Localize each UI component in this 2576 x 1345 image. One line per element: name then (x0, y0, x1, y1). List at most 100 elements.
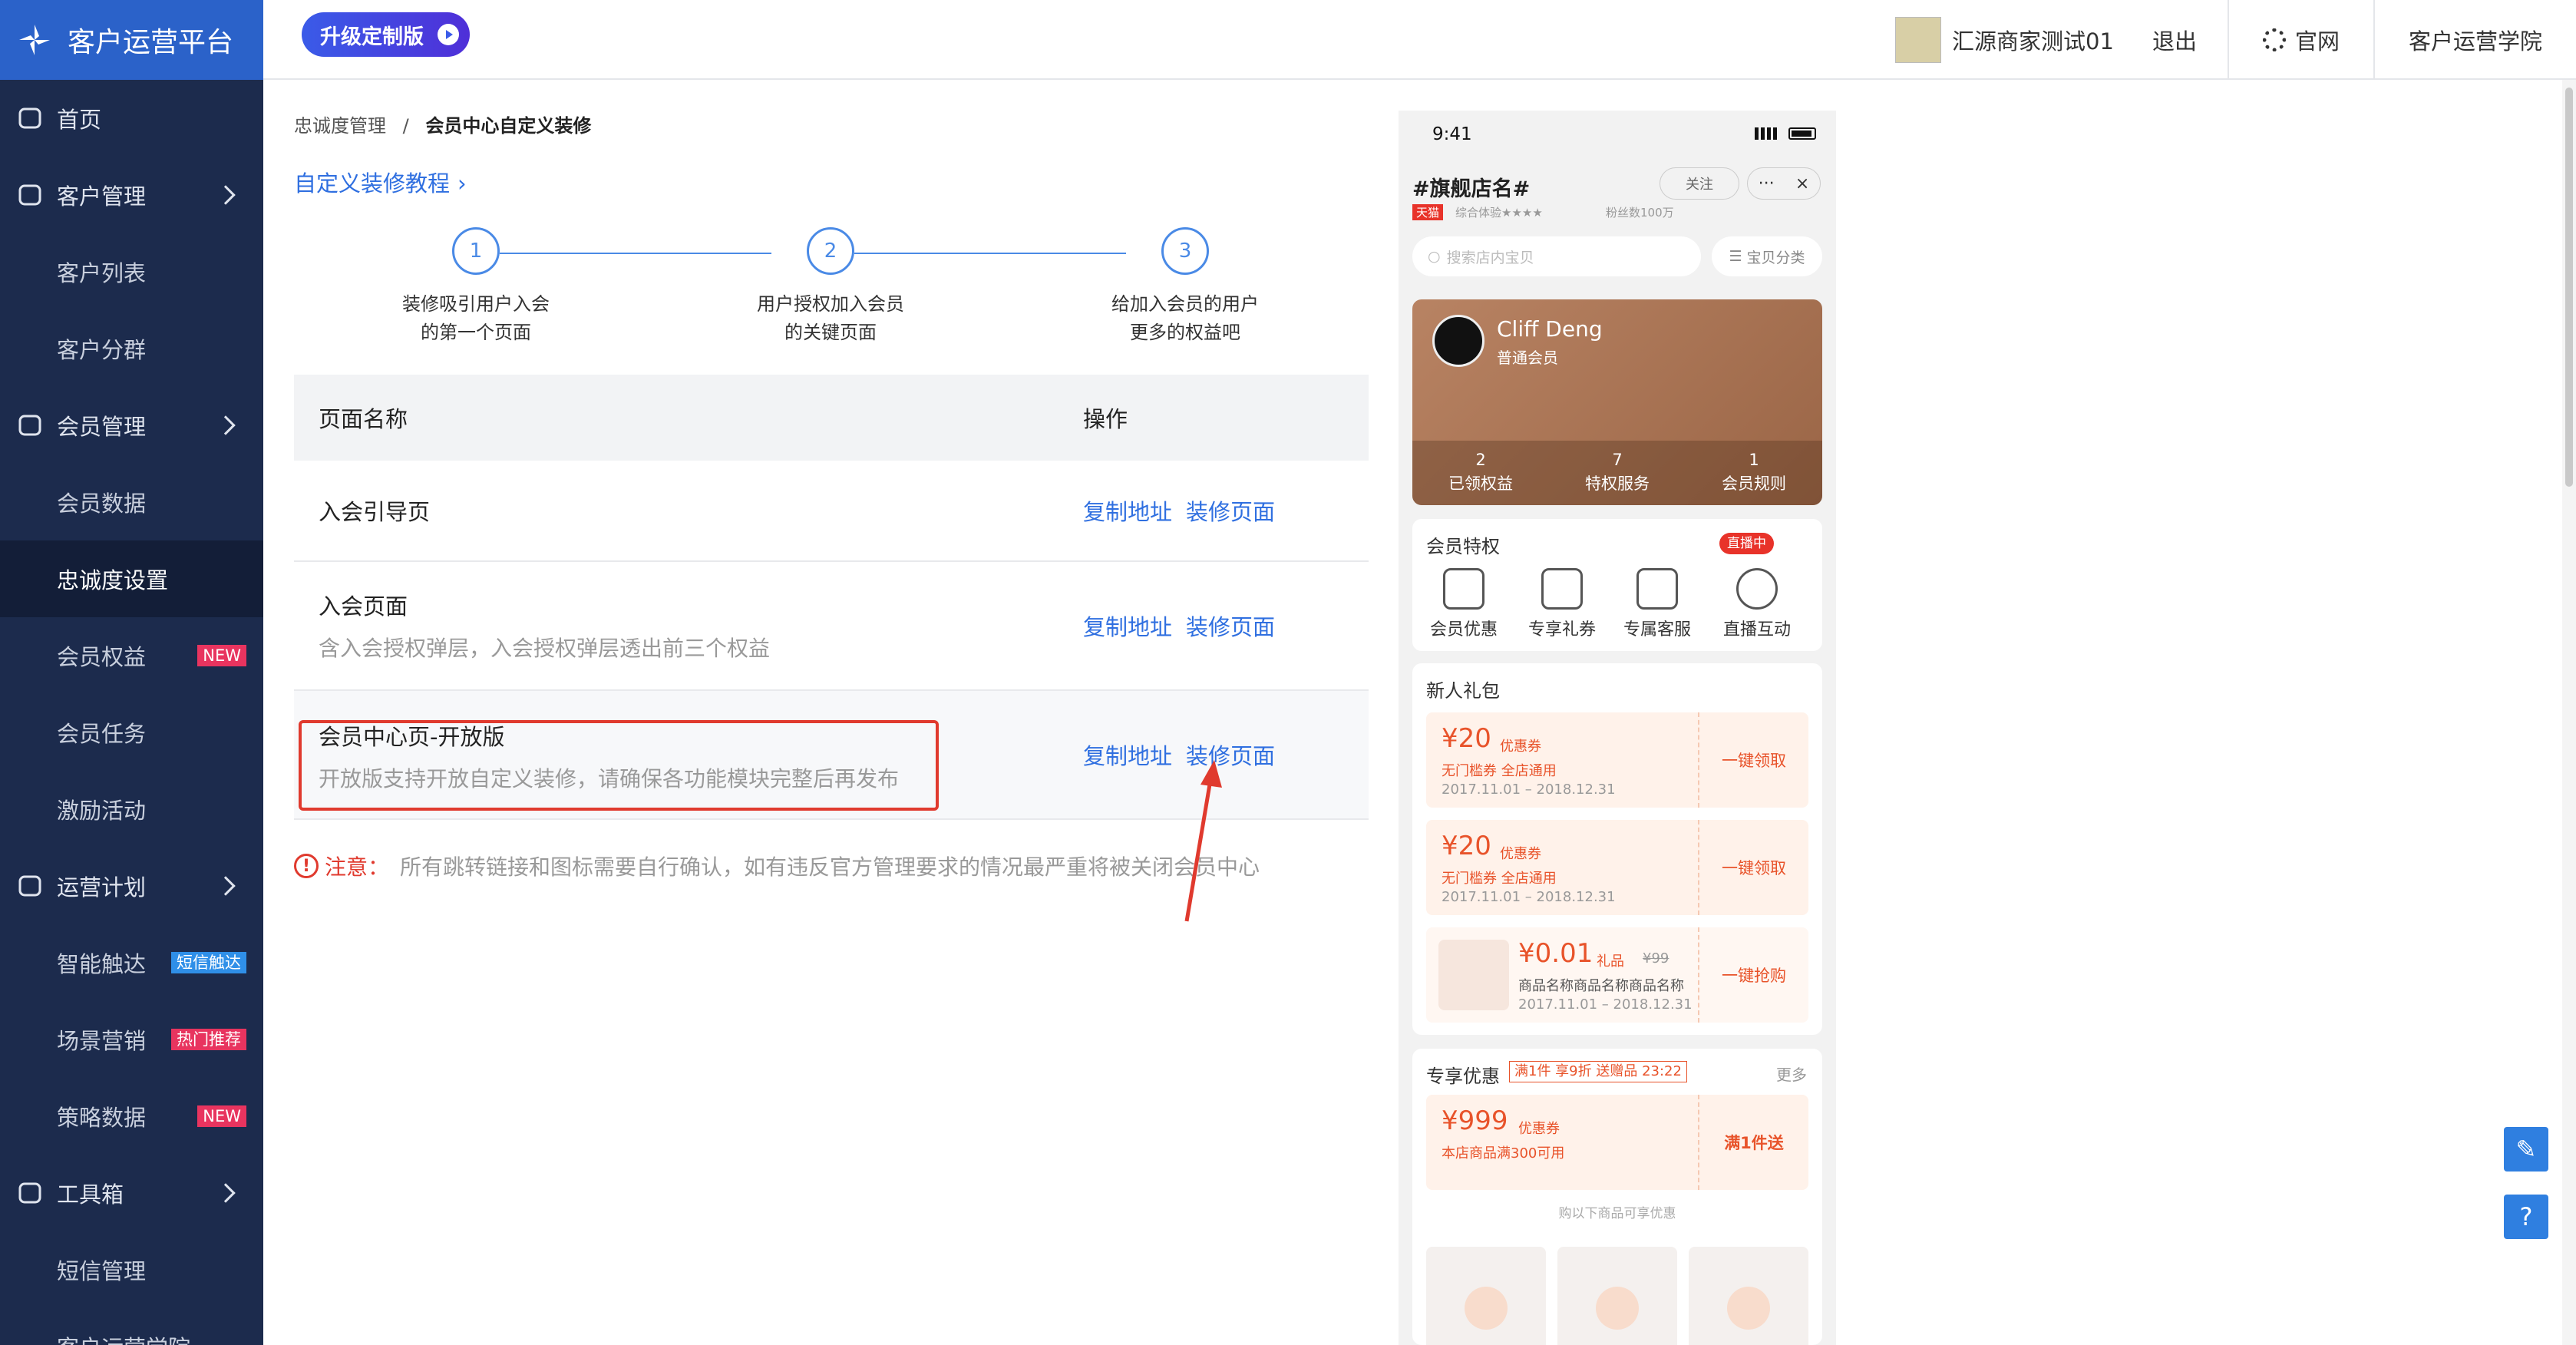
more-link[interactable]: 更多 (1776, 1062, 1807, 1085)
help-button[interactable]: ? (2504, 1195, 2548, 1239)
gift-line1: 商品名称商品名称商品名称 (1518, 978, 1684, 994)
member-stat[interactable]: 7 特权服务 (1549, 441, 1686, 505)
sidebar-item-label: 工具箱 (57, 1181, 124, 1208)
sidebar-item[interactable]: 智能触达 短信触达 (0, 924, 263, 1001)
follow-label: 关注 (1686, 177, 1713, 193)
step-line2: 的第一个页面 (421, 322, 531, 343)
sidebar-item[interactable]: 会员任务 (0, 694, 263, 771)
promo-button[interactable]: 满1件送 (1698, 1095, 1808, 1190)
product-card[interactable] (1689, 1247, 1808, 1345)
more-close-capsule[interactable]: ··· × (1747, 167, 1821, 200)
copy-address-link[interactable]: 复制地址 (1083, 743, 1172, 769)
sidebar-item[interactable]: 激励活动 (0, 771, 263, 848)
account-name[interactable]: 汇源商家测试01 (1952, 24, 2114, 56)
status-time: 9:41 (1432, 124, 1472, 144)
claim-button[interactable]: 一键领取 (1698, 820, 1808, 915)
edit-button[interactable]: ✎ (2504, 1127, 2548, 1172)
gift-price: ¥0.01 (1518, 938, 1593, 969)
stat-value: 1 (1749, 451, 1759, 469)
coupon-tag: 优惠券 (1500, 739, 1541, 755)
tutorial-link[interactable]: 自定义装修教程 › (294, 166, 467, 198)
member-avatar (1432, 315, 1485, 367)
sidebar-item-label: 场景营销 (57, 1028, 147, 1054)
coupon-tag: 优惠券 (1500, 846, 1541, 862)
row-title: 入会页面 (319, 593, 408, 620)
battery-icon (1788, 127, 1816, 140)
step-text: 给加入会员的用户 更多的权益吧 (1070, 290, 1300, 347)
sidebar-item[interactable]: 客户运营学院 (0, 1308, 263, 1345)
official-site-label: 官网 (2294, 28, 2340, 55)
sidebar-item[interactable]: 运营计划 (0, 848, 263, 924)
sidebar-item[interactable]: 场景营销 热门推荐 (0, 1001, 263, 1078)
stat-value: 7 (1612, 451, 1623, 469)
product-card[interactable] (1557, 1247, 1677, 1345)
section-title: 会员特权 (1426, 536, 1500, 557)
sidebar-item-label: 客户列表 (57, 260, 147, 286)
step-line2: 更多的权益吧 (1130, 322, 1240, 343)
sidebar-item[interactable]: 忠诚度设置 (0, 540, 263, 617)
logout-link[interactable]: 退出 (2152, 24, 2228, 56)
sidebar-item-label: 会员权益 (57, 644, 147, 670)
coupon-tag: 优惠券 (1518, 1121, 1560, 1137)
nav-badge: 热门推荐 (171, 1029, 246, 1050)
service-icon (1636, 568, 1678, 610)
store-search[interactable]: ○ 搜索店内宝贝 (1412, 236, 1701, 276)
member-name: Cliff Deng (1497, 316, 1603, 342)
coupon-line2: 2017.11.01 – 2018.12.31 (1442, 782, 1616, 798)
copy-address-link[interactable]: 复制地址 (1083, 499, 1172, 525)
gift-line2: 2017.11.01 – 2018.12.31 (1518, 996, 1693, 1013)
sidebar-item[interactable]: 客户列表 (0, 233, 263, 310)
sidebar-item[interactable]: 短信管理 (0, 1231, 263, 1308)
nav-badge: 短信触达 (171, 952, 246, 973)
sidebar-item[interactable]: 会员数据 (0, 464, 263, 540)
sidebar-item[interactable]: 会员权益 NEW (0, 617, 263, 694)
sidebar-item[interactable]: 策略数据 NEW (0, 1078, 263, 1155)
stat-label: 已领权益 (1448, 474, 1513, 493)
live-icon (1736, 568, 1778, 610)
sidebar-item[interactable]: 工具箱 (0, 1155, 263, 1231)
chevron-right-icon: › (457, 170, 467, 197)
sidebar-item[interactable]: 首页 (0, 80, 263, 157)
step-number: 3 (1161, 227, 1209, 275)
gift-section: 新人礼包 ¥20 优惠券 无门槛券 全店通用 2017.11.01 – 2018… (1412, 663, 1822, 1035)
coupon-amount: ¥20 (1442, 723, 1491, 754)
sidebar-item-label: 智能触达 (57, 951, 147, 977)
coupon-amount: ¥999 (1442, 1105, 1508, 1136)
step-number: 1 (452, 227, 500, 275)
privilege-item[interactable]: 专属客服 (1615, 568, 1699, 640)
official-site-link[interactable]: 官网 (2229, 24, 2373, 56)
sidebar-item-label: 客户分群 (57, 337, 147, 363)
scrollbar[interactable] (2562, 80, 2576, 1345)
decorate-page-link[interactable]: 装修页面 (1186, 614, 1275, 640)
copy-address-link[interactable]: 复制地址 (1083, 614, 1172, 640)
member-stat[interactable]: 2 已领权益 (1412, 441, 1549, 505)
step-line1: 装修吸引用户入会 (402, 293, 550, 315)
category-button[interactable]: ☰ 宝贝分类 (1712, 236, 1822, 276)
buy-button[interactable]: 一键抢购 (1698, 927, 1808, 1023)
gift-card: ¥0.01 礼品 ¥99 商品名称商品名称商品名称 2017.11.01 – 2… (1426, 927, 1808, 1023)
gift-tag: 礼品 (1597, 953, 1624, 970)
decorate-page-link[interactable]: 装修页面 (1186, 499, 1275, 525)
sidebar-item[interactable]: 客户管理 (0, 157, 263, 233)
breadcrumb-parent[interactable]: 忠诚度管理 (294, 115, 386, 137)
follow-button[interactable]: 关注 (1660, 167, 1739, 200)
privilege-label: 专享礼券 (1527, 620, 1596, 639)
tmall-badge: 天猫 (1412, 204, 1444, 220)
scrollbar-thumb[interactable] (2565, 88, 2573, 487)
privilege-item[interactable]: 直播互动 (1715, 568, 1799, 640)
sidebar-item[interactable]: 会员管理 (0, 387, 263, 464)
step-number: 2 (807, 227, 854, 275)
app-logo[interactable]: 客户运营平台 (0, 0, 263, 80)
sidebar-item[interactable]: 客户分群 (0, 310, 263, 387)
product-card[interactable] (1426, 1247, 1546, 1345)
claim-button[interactable]: 一键领取 (1698, 712, 1808, 808)
table-header: 页面名称 操作 (294, 375, 1369, 461)
academy-link[interactable]: 客户运营学院 (2375, 24, 2576, 56)
decorate-page-link[interactable]: 装修页面 (1186, 743, 1275, 769)
avatar[interactable] (1895, 17, 1942, 63)
warning-note: ! 注意： 所有跳转链接和图标需要自行确认，如有违反官方管理要求的情况最严重将被… (294, 851, 1260, 881)
privilege-item[interactable]: 会员优惠 (1422, 568, 1506, 640)
member-stat[interactable]: 1 会员规则 (1686, 441, 1822, 505)
upgrade-button[interactable]: 升级定制版 (302, 12, 470, 57)
privilege-item[interactable]: 专享礼券 (1520, 568, 1604, 640)
